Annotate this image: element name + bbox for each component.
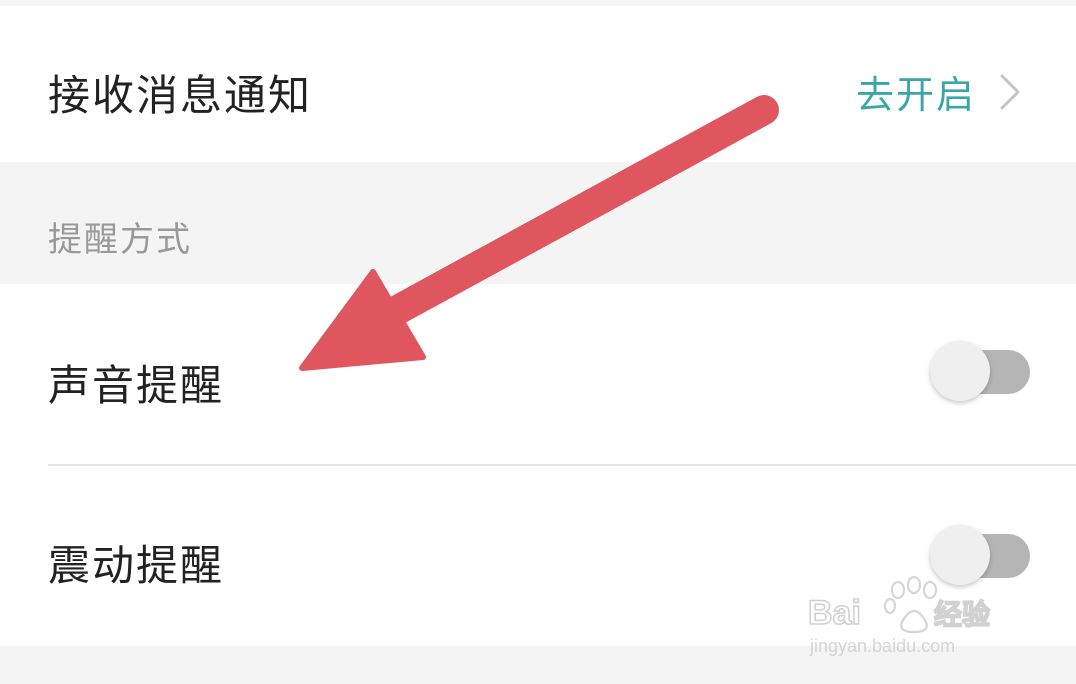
receive-notifications-row[interactable]: 接收消息通知 去开启	[0, 6, 1076, 162]
vibration-reminder-toggle[interactable]	[930, 525, 1030, 585]
sound-reminder-row: 声音提醒	[0, 284, 1076, 466]
toggle-knob	[930, 341, 990, 401]
vibration-reminder-label: 震动提醒	[48, 541, 225, 590]
settings-screen: 接收消息通知 去开启 提醒方式 声音提醒 震动提醒 Bai 经验 jingyan…	[0, 0, 1076, 684]
sound-reminder-label: 声音提醒	[48, 361, 225, 410]
section-title-reminder-method: 提醒方式	[48, 220, 192, 260]
bottom-strip	[0, 646, 1076, 684]
vibration-reminder-row: 震动提醒	[0, 466, 1076, 646]
chevron-right-icon	[1000, 74, 1020, 109]
receive-notifications-label: 接收消息通知	[48, 71, 313, 120]
enable-notifications-text[interactable]: 去开启	[856, 64, 976, 119]
toggle-knob	[930, 525, 990, 585]
enable-notifications-action[interactable]: 去开启	[856, 64, 1024, 119]
sound-reminder-toggle[interactable]	[930, 341, 1030, 401]
